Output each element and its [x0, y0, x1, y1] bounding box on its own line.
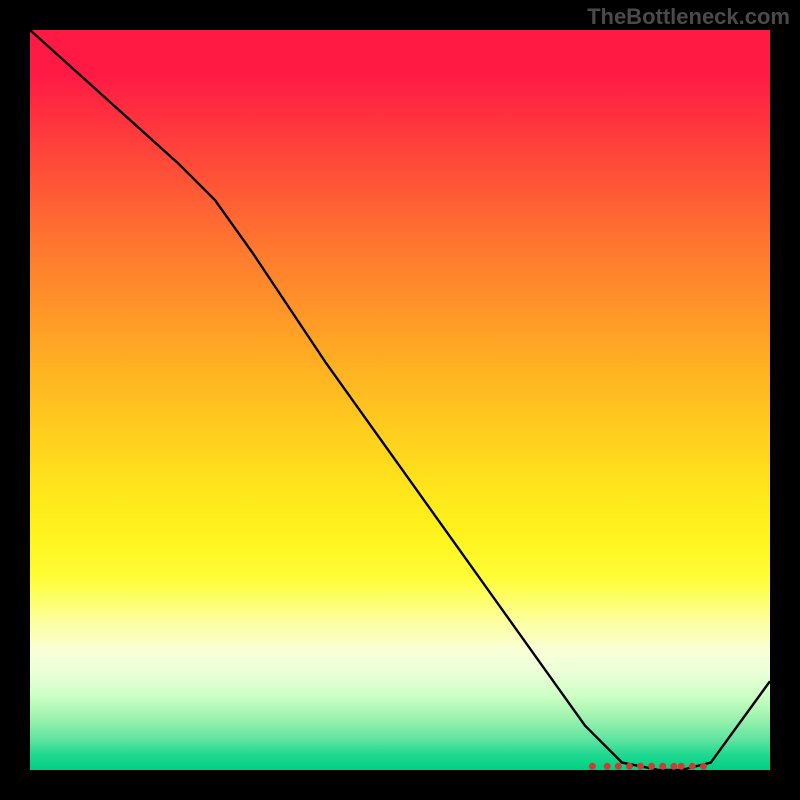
min-marker — [637, 763, 644, 770]
min-marker — [670, 763, 677, 770]
min-marker — [678, 763, 685, 770]
min-marker — [615, 763, 622, 770]
plot-area — [30, 30, 770, 770]
curve-layer — [30, 30, 770, 770]
min-marker — [604, 763, 611, 770]
min-marker — [648, 763, 655, 770]
bottleneck-curve — [30, 30, 770, 770]
min-marker — [626, 763, 633, 770]
chart-frame: TheBottleneck.com — [0, 0, 800, 800]
min-marker — [689, 763, 696, 770]
min-marker — [659, 763, 666, 770]
min-marker — [589, 763, 596, 770]
min-marker — [700, 763, 707, 770]
watermark-label: TheBottleneck.com — [587, 4, 790, 30]
